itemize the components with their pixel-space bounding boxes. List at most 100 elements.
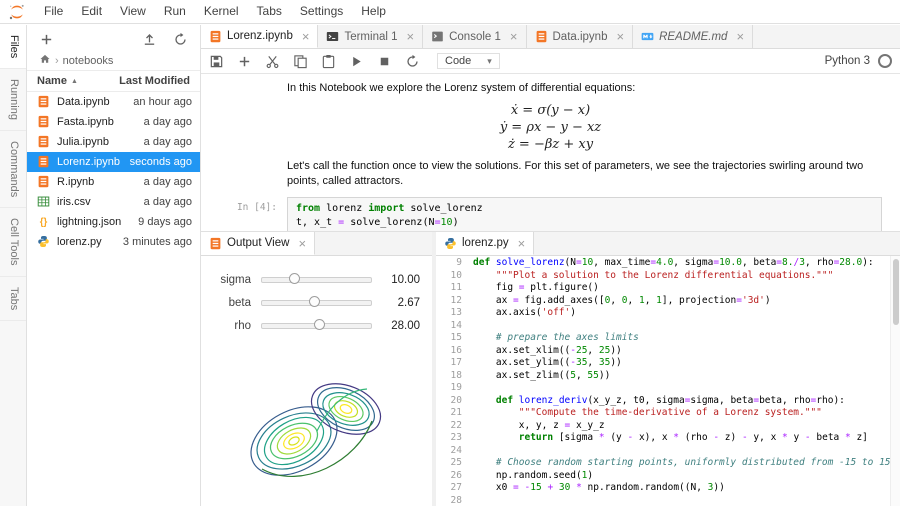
lorenz-attractor-plot <box>222 351 412 501</box>
sidebar-tab-commands[interactable]: Commands <box>0 131 26 208</box>
widget-sliders: sigma10.00beta2.67rho28.00 <box>201 268 432 337</box>
file-row-fasta-ipynb[interactable]: Fasta.ipynba day ago <box>27 112 200 132</box>
column-header-last-modified[interactable]: Last Modified <box>119 75 190 87</box>
csv-file-icon <box>37 195 51 209</box>
console-icon <box>431 30 444 43</box>
file-name: iris.csv <box>57 196 144 208</box>
notebook-file-icon <box>37 115 51 129</box>
upload-icon[interactable] <box>142 32 157 47</box>
tab-close-icon[interactable]: × <box>407 30 415 43</box>
file-list: Data.ipynban hour agoFasta.ipynba day ag… <box>27 92 200 506</box>
slider-label: sigma <box>213 274 261 286</box>
slider-label: rho <box>213 320 261 332</box>
tab-console-1[interactable]: Console 1 × <box>423 25 526 48</box>
markdown-icon <box>641 30 654 43</box>
copy-icon[interactable] <box>293 54 308 69</box>
tab-readme-md[interactable]: README.md × <box>633 25 753 48</box>
slider-track[interactable] <box>261 318 372 333</box>
kernel-name[interactable]: Python 3 <box>825 55 870 67</box>
cut-icon[interactable] <box>265 54 280 69</box>
menu-bar: FileEditViewRunKernelTabsSettingsHelp <box>0 0 900 24</box>
refresh-icon[interactable] <box>405 54 420 69</box>
file-row-lightning-json[interactable]: {}lightning.json9 days ago <box>27 212 200 232</box>
tab-lorenz-py[interactable]: lorenz.py× <box>436 232 534 255</box>
breadcrumb-separator: › <box>55 55 59 67</box>
sidebar-tab-running[interactable]: Running <box>0 69 26 131</box>
tab-lorenz-ipynb[interactable]: Lorenz.ipynb× <box>201 25 318 48</box>
kernel-status-icon[interactable] <box>878 54 892 68</box>
tab-label: Console 1 <box>449 31 501 43</box>
sidebar-tab-files[interactable]: Files <box>0 25 26 69</box>
file-modified: a day ago <box>144 116 192 128</box>
home-icon[interactable] <box>39 53 51 68</box>
notebook-file-icon <box>37 95 51 109</box>
code-cell: In [4]: from lorenz import solve_lorenzt… <box>201 197 882 231</box>
jupyterlab-window: FileEditViewRunKernelTabsSettingsHelp Fi… <box>0 0 900 506</box>
scrollbar[interactable] <box>890 256 900 506</box>
line-number: 15 <box>436 332 462 345</box>
insert-below-icon[interactable] <box>237 54 252 69</box>
file-row-lorenz-ipynb[interactable]: Lorenz.ipynbseconds ago <box>27 152 200 172</box>
menu-item-help[interactable]: Help <box>352 0 395 23</box>
tab-close-icon[interactable]: × <box>510 30 518 43</box>
file-modified: seconds ago <box>130 156 192 168</box>
python-icon <box>444 237 457 250</box>
menu-item-view[interactable]: View <box>111 0 155 23</box>
slider-label: beta <box>213 297 261 309</box>
save-icon[interactable] <box>209 54 224 69</box>
file-row-lorenz-py[interactable]: lorenz.py3 minutes ago <box>27 232 200 252</box>
sidebar-tab-tabs[interactable]: Tabs <box>0 277 26 321</box>
paste-icon[interactable] <box>321 54 336 69</box>
column-header-name[interactable]: Name ▲ <box>37 75 119 87</box>
code-area[interactable]: def solve_lorenz(N=10, max_time=4.0, sig… <box>469 257 900 506</box>
dock-tab-bar: Lorenz.ipynb×Terminal 1×Console 1×Data.i… <box>201 25 900 49</box>
menu-item-file[interactable]: File <box>35 0 72 23</box>
tab-label: README.md <box>659 31 727 43</box>
line-number: 12 <box>436 295 462 308</box>
notebook-content[interactable]: In this Notebook we explore the Lorenz s… <box>201 74 900 231</box>
markdown-cell-body: Let's call the function once to view the… <box>287 159 880 189</box>
file-row-iris-csv[interactable]: iris.csva day ago <box>27 192 200 212</box>
tab-close-icon[interactable]: × <box>518 237 526 250</box>
sidebar-tab-cell-tools[interactable]: Cell Tools <box>0 208 26 277</box>
python-file-icon <box>37 235 51 249</box>
breadcrumb-current: notebooks <box>63 55 114 67</box>
tab-output-view[interactable]: Output View× <box>201 232 315 255</box>
menu-item-settings[interactable]: Settings <box>291 0 352 23</box>
menu-item-kernel[interactable]: Kernel <box>195 0 248 23</box>
file-name: R.ipynb <box>57 176 144 188</box>
notebook-toolbar-icons <box>209 54 433 69</box>
cell-type-dropdown[interactable]: Code ▾ <box>437 53 500 69</box>
cell-input[interactable]: from lorenz import solve_lorenzt, x_t = … <box>287 197 882 231</box>
file-row-data-ipynb[interactable]: Data.ipynban hour ago <box>27 92 200 112</box>
tab-close-icon[interactable]: × <box>736 30 744 43</box>
menu-item-edit[interactable]: Edit <box>72 0 111 23</box>
run-icon[interactable] <box>349 54 364 69</box>
line-number: 22 <box>436 420 462 433</box>
notebook-file-icon <box>37 155 51 169</box>
editor-content[interactable]: 910111213141516171819202122232425262728 … <box>436 256 900 506</box>
file-name: Julia.ipynb <box>57 136 144 148</box>
scrollbar-thumb[interactable] <box>893 259 899 325</box>
svg-text:{}: {} <box>40 217 48 228</box>
plus-icon[interactable] <box>39 32 54 47</box>
tab-close-icon[interactable]: × <box>298 237 306 250</box>
tab-close-icon[interactable]: × <box>302 30 310 43</box>
file-row-r-ipynb[interactable]: R.ipynba day ago <box>27 172 200 192</box>
slider-row-sigma: sigma10.00 <box>201 268 432 291</box>
tab-terminal-1[interactable]: Terminal 1× <box>318 25 423 48</box>
stop-icon[interactable] <box>377 54 392 69</box>
refresh-icon[interactable] <box>173 32 188 47</box>
tab-data-ipynb[interactable]: Data.ipynb× <box>527 25 634 48</box>
file-row-julia-ipynb[interactable]: Julia.ipynba day ago <box>27 132 200 152</box>
slider-track[interactable] <box>261 272 372 287</box>
slider-handle[interactable] <box>314 319 325 330</box>
editor-tab-bar: lorenz.py× <box>436 232 900 256</box>
menu-item-run[interactable]: Run <box>155 0 195 23</box>
line-number: 25 <box>436 457 462 470</box>
tab-close-icon[interactable]: × <box>616 30 624 43</box>
line-number: 9 <box>436 257 462 270</box>
menu-item-tabs[interactable]: Tabs <box>248 0 291 23</box>
line-number: 16 <box>436 345 462 358</box>
slider-track[interactable] <box>261 295 372 310</box>
